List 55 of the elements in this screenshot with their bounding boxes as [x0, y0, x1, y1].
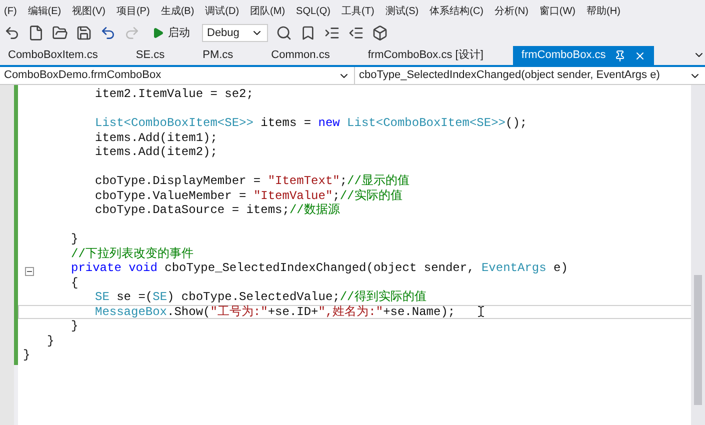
menu-item[interactable]: 窗口(W): [539, 4, 576, 18]
menu-item[interactable]: 编辑(E): [28, 4, 62, 18]
bookmark-icon[interactable]: [300, 25, 316, 41]
menu-item[interactable]: 工具(T): [342, 4, 374, 18]
code-line: item2.ItemValue = se2;: [95, 86, 254, 104]
code-line: items.Add(item2);: [95, 144, 218, 162]
code-line: }: [71, 231, 78, 248]
menu-item[interactable]: 调试(D): [205, 4, 240, 18]
scroll-thumb[interactable]: [694, 275, 702, 405]
new-file-icon[interactable]: [28, 25, 44, 41]
indent-icon[interactable]: [324, 25, 340, 41]
code-line: MessageBox.Show("工号为:"+se.ID+",姓名为:"+se.Name);: [95, 304, 456, 321]
code-line: }: [23, 347, 30, 364]
type-dropdown[interactable]: ComboBoxDemo.frmComboBox: [0, 67, 355, 84]
menu-item[interactable]: SQL(Q): [296, 4, 330, 18]
menu-item[interactable]: 体系结构(C): [430, 4, 484, 18]
folder-icon[interactable]: [52, 25, 68, 41]
menu-item[interactable]: (F): [4, 4, 17, 18]
pin-icon[interactable]: [614, 50, 626, 62]
menu-item[interactable]: 生成(B): [160, 4, 194, 18]
code-line: }: [71, 318, 78, 336]
outdent-icon[interactable]: [348, 25, 364, 41]
document-tab[interactable]: ComboBoxItem.cs: [0, 46, 106, 65]
code-line: items.Add(item1);: [95, 130, 218, 146]
play-icon: [152, 27, 164, 39]
code-line: {: [71, 274, 78, 292]
menu-item[interactable]: 团队(M): [250, 4, 286, 18]
menu-item[interactable]: 分析(N): [494, 4, 528, 18]
code-line: SE se =(SE) cboType.SelectedValue;//得到实际的值: [95, 289, 426, 305]
code-line: cboType.DisplayMember = "ItemText";//显示的值: [95, 173, 410, 189]
collapse-icon[interactable]: [25, 267, 34, 276]
undo-icon[interactable]: [100, 25, 116, 41]
document-tab[interactable]: Common.cs: [263, 46, 338, 65]
code-line: List<ComboBoxItem<SE>> items = new List<ComboBoxItem<SE>>();: [95, 115, 528, 132]
code-line: cboType.ValueMember = "ItemValue";//实际的值: [95, 188, 402, 203]
find-icon[interactable]: [276, 25, 292, 41]
back-icon[interactable]: [4, 25, 20, 41]
member-dropdown[interactable]: cboType_SelectedIndexChanged(object sender, EventArgs e): [355, 67, 705, 84]
code-line: private void cboType_SelectedIndexChanged(object sender, EventArgs e): [71, 260, 568, 277]
code-line: cboType.DataSource = items;//数据源: [95, 202, 340, 220]
menu-item[interactable]: 测试(S): [385, 4, 419, 18]
document-tab[interactable]: PM.cs: [194, 46, 242, 65]
code-line: //下拉列表改变的事件: [71, 246, 194, 262]
document-tab[interactable]: frmComboBox.cs: [513, 46, 654, 65]
menu-item[interactable]: 视图(V): [72, 4, 106, 18]
save-icon[interactable]: [76, 25, 92, 41]
menu-item[interactable]: 帮助(H): [586, 4, 620, 18]
close-icon[interactable]: [634, 50, 646, 62]
document-tab[interactable]: frmComboBox.cs [设计]: [360, 46, 492, 65]
document-tab[interactable]: SE.cs: [128, 46, 173, 65]
menu-item[interactable]: 项目(P): [116, 4, 150, 18]
box-icon[interactable]: [372, 25, 388, 41]
code-line: }: [47, 332, 54, 350]
configuration-dropdown[interactable]: Debug: [202, 24, 268, 42]
start-button[interactable]: 启动: [148, 24, 194, 42]
